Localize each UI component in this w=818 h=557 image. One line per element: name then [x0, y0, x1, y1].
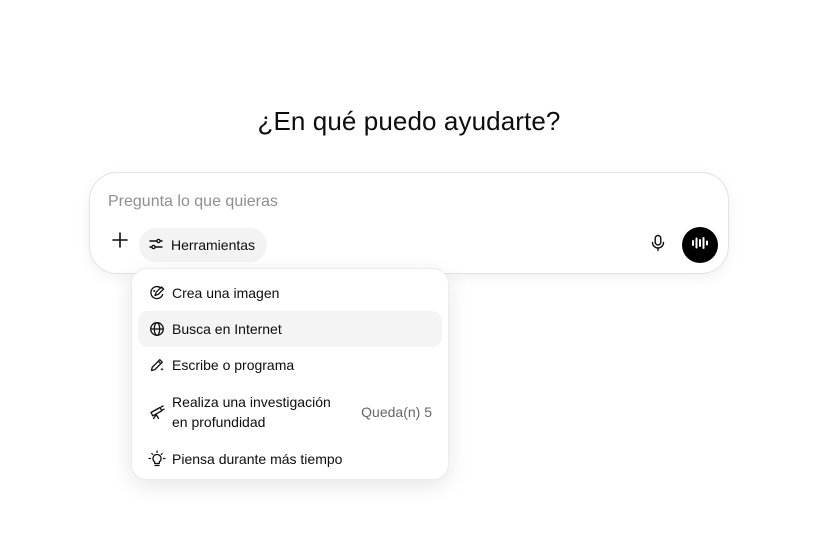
composer: Herramientas — [89, 172, 729, 274]
image-edit-icon — [148, 284, 166, 302]
page-title: ¿En qué puedo ayudarte? — [257, 106, 561, 136]
menu-item-label: Crea una imagen — [172, 285, 280, 301]
sliders-icon — [148, 236, 164, 255]
menu-item-web-search[interactable]: Busca en Internet — [138, 311, 442, 347]
menu-item-think-longer[interactable]: Piensa durante más tiempo — [138, 441, 442, 477]
add-attachment-button[interactable] — [108, 230, 132, 254]
menu-item-label: Busca en Internet — [172, 321, 282, 337]
menu-item-label: Piensa durante más tiempo — [172, 451, 343, 467]
prompt-input[interactable] — [108, 190, 668, 214]
menu-item-label: Realiza una investigación en profundidad — [172, 394, 331, 430]
plus-icon — [111, 231, 129, 254]
tools-menu: Crea una imagen Busca en Internet Escrib… — [131, 268, 449, 480]
page: ¿En qué puedo ayudarte? Herramientas — [0, 0, 818, 557]
globe-icon — [148, 320, 166, 338]
microphone-icon — [649, 234, 667, 257]
pen-icon — [148, 356, 166, 374]
quota-badge: Queda(n) 5 — [361, 404, 432, 420]
menu-item-label: Escribe o programa — [172, 357, 295, 373]
tools-button[interactable]: Herramientas — [139, 228, 268, 262]
menu-item-write-code[interactable]: Escribe o programa — [138, 347, 442, 383]
menu-item-deep-research[interactable]: Realiza una investigación en profundidad… — [138, 383, 442, 441]
waveform-icon — [691, 235, 709, 256]
voice-mode-button[interactable] — [682, 227, 718, 263]
dictate-button[interactable] — [646, 233, 670, 257]
telescope-icon — [148, 403, 166, 421]
tools-button-label: Herramientas — [171, 237, 256, 253]
lightbulb-icon — [148, 450, 166, 468]
menu-item-create-image[interactable]: Crea una imagen — [138, 275, 442, 311]
